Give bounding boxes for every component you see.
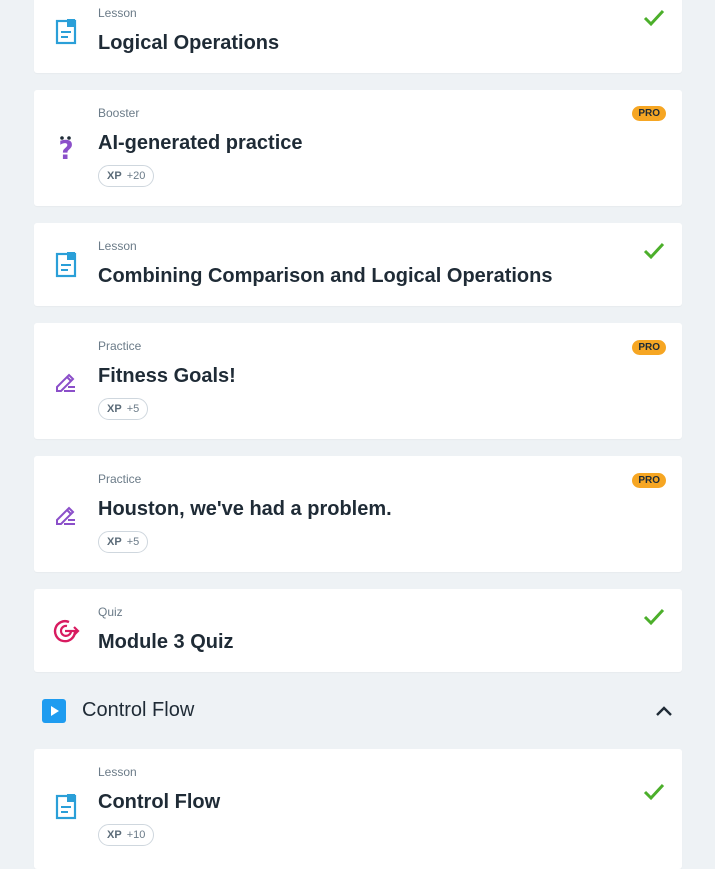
card-type-label: Lesson xyxy=(98,765,137,779)
pencil-icon xyxy=(52,500,80,528)
card-type-label: Quiz xyxy=(98,605,123,619)
document-icon xyxy=(52,251,80,279)
xp-badge: XP +20 xyxy=(98,165,155,187)
xp-badge: XP +5 xyxy=(98,398,149,420)
chevron-up-icon[interactable] xyxy=(654,701,674,721)
check-icon xyxy=(643,608,665,626)
xp-value: +20 xyxy=(126,170,146,182)
xp-label: XP xyxy=(107,536,122,548)
card-title[interactable]: AI-generated practice xyxy=(98,132,303,155)
pro-badge: PRO xyxy=(632,473,666,488)
card-title[interactable]: Logical Operations xyxy=(98,32,279,55)
xp-label: XP xyxy=(107,829,122,841)
card-title[interactable]: Combining Comparison and Logical Operati… xyxy=(98,265,552,288)
lesson-card[interactable]: Lesson Control Flow XP +10 xyxy=(34,749,682,869)
lesson-card[interactable]: Lesson Combining Comparison and Logical … xyxy=(34,223,682,306)
booster-card[interactable]: ? Booster AI-generated practice XP +20 P… xyxy=(34,90,682,206)
xp-badge: XP +5 xyxy=(98,531,149,553)
card-title[interactable]: Fitness Goals! xyxy=(98,365,236,388)
document-icon xyxy=(52,793,80,821)
card-type-label: Practice xyxy=(98,472,142,486)
practice-card[interactable]: Practice Fitness Goals! XP +5 PRO xyxy=(34,323,682,439)
xp-badge: XP +10 xyxy=(98,824,155,846)
xp-label: XP xyxy=(107,170,122,182)
check-icon xyxy=(643,242,665,260)
card-title[interactable]: Module 3 Quiz xyxy=(98,631,234,654)
card-type-label: Lesson xyxy=(98,6,137,20)
lesson-card[interactable]: Lesson Logical Operations xyxy=(34,0,682,73)
quiz-card[interactable]: Quiz Module 3 Quiz xyxy=(34,589,682,672)
practice-card[interactable]: Practice Houston, we've had a problem. X… xyxy=(34,456,682,572)
svg-text:?: ? xyxy=(58,136,73,162)
question-mark-icon: ? xyxy=(52,134,80,166)
xp-value: +10 xyxy=(126,829,146,841)
card-type-label: Booster xyxy=(98,106,140,120)
section-header-control-flow[interactable]: Control Flow xyxy=(34,689,682,733)
card-title[interactable]: Control Flow xyxy=(98,791,220,814)
xp-value: +5 xyxy=(126,536,140,548)
pro-badge: PRO xyxy=(632,106,666,121)
xp-value: +5 xyxy=(126,403,140,415)
pencil-icon xyxy=(52,367,80,395)
play-icon xyxy=(42,699,66,723)
check-icon xyxy=(643,783,665,801)
section-title: Control Flow xyxy=(82,699,195,721)
pro-badge: PRO xyxy=(632,340,666,355)
document-icon xyxy=(52,18,80,46)
xp-label: XP xyxy=(107,403,122,415)
target-icon xyxy=(52,617,80,645)
card-title[interactable]: Houston, we've had a problem. xyxy=(98,498,392,521)
card-type-label: Practice xyxy=(98,339,142,353)
check-icon xyxy=(643,9,665,27)
card-type-label: Lesson xyxy=(98,239,137,253)
